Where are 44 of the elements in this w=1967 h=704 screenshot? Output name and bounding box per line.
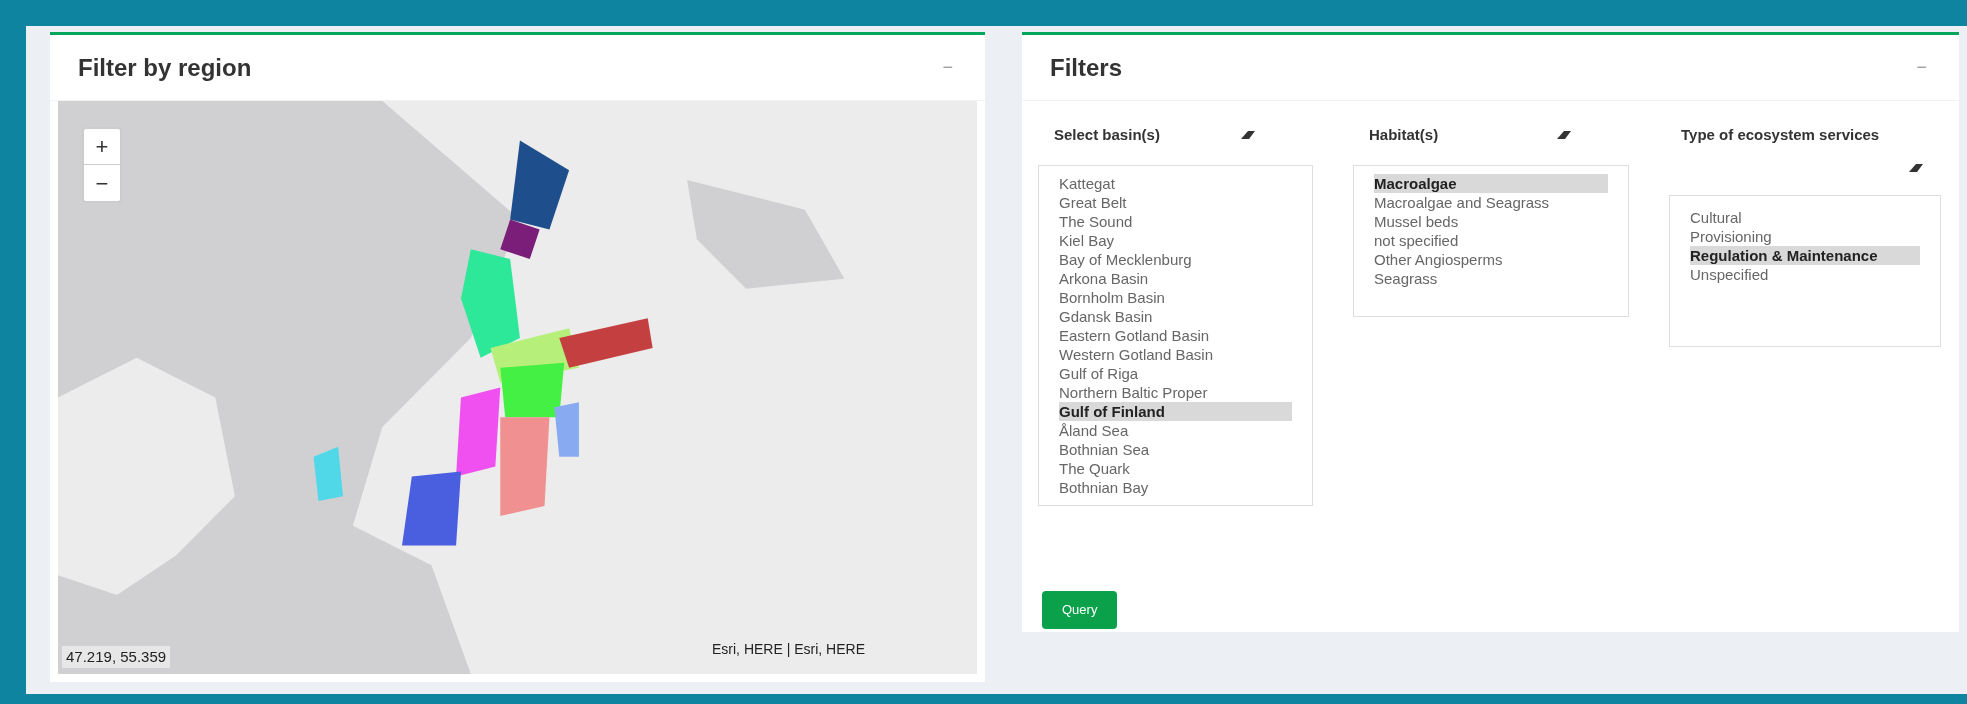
list-option[interactable]: Bothnian Bay bbox=[1059, 478, 1292, 497]
list-option[interactable]: Eastern Gotland Basin bbox=[1059, 326, 1292, 345]
collapse-button[interactable]: − bbox=[1912, 54, 1931, 81]
list-option[interactable]: Kiel Bay bbox=[1059, 231, 1292, 250]
list-option[interactable]: Gulf of Riga bbox=[1059, 364, 1292, 383]
list-option[interactable]: Regulation & Maintenance bbox=[1690, 246, 1920, 265]
list-option[interactable]: The Sound bbox=[1059, 212, 1292, 231]
eraser-icon[interactable] bbox=[1555, 129, 1573, 141]
list-option[interactable]: Arkona Basin bbox=[1059, 269, 1292, 288]
list-option[interactable]: Northern Baltic Proper bbox=[1059, 383, 1292, 402]
list-option[interactable]: The Quark bbox=[1059, 459, 1292, 478]
list-option[interactable]: Cultural bbox=[1690, 208, 1920, 227]
list-option[interactable]: Macroalgae and Seagrass bbox=[1374, 193, 1608, 212]
list-option[interactable]: Mussel beds bbox=[1374, 212, 1608, 231]
eraser-icon[interactable] bbox=[1907, 162, 1925, 174]
list-option[interactable]: Bay of Mecklenburg bbox=[1059, 250, 1292, 269]
multi-select-list[interactable] bbox=[1038, 165, 1313, 506]
column-label: Select basin(s) bbox=[1054, 124, 1160, 145]
panel-title: Filter by region bbox=[78, 52, 252, 83]
list-option[interactable]: not specified bbox=[1374, 231, 1608, 250]
list-option[interactable]: Macroalgae bbox=[1374, 174, 1608, 193]
list-option[interactable]: Great Belt bbox=[1059, 193, 1292, 212]
list-option[interactable]: Unspecified bbox=[1690, 265, 1920, 284]
coordinates-label: 47.219, 55.359 bbox=[62, 645, 171, 668]
list-option[interactable]: Other Angiosperms bbox=[1374, 250, 1608, 269]
column-label: Habitat(s) bbox=[1369, 124, 1439, 145]
list-option[interactable]: Bothnian Sea bbox=[1059, 440, 1292, 459]
list-option[interactable]: Western Gotland Basin bbox=[1059, 345, 1292, 364]
zoom-out-button[interactable]: − bbox=[84, 165, 120, 201]
list-option[interactable]: Provisioning bbox=[1690, 227, 1920, 246]
list-option[interactable]: Seagrass bbox=[1374, 269, 1608, 288]
eraser-icon[interactable] bbox=[1239, 129, 1257, 141]
collapse-button[interactable]: − bbox=[938, 54, 957, 81]
list-option[interactable]: Åland Sea bbox=[1059, 421, 1292, 440]
multi-select-list[interactable]: Macroalgae Macroalgae and Seagrass Mussel beds not specified Other Angiosperms Seagrass bbox=[1353, 165, 1629, 317]
query-button[interactable]: Query bbox=[1042, 591, 1118, 629]
list-option[interactable]: Gdansk Basin bbox=[1059, 307, 1292, 326]
multi-select-list[interactable]: Cultural Provisioning Regulation & Maintenance Unspecified bbox=[1669, 195, 1941, 347]
list-option[interactable]: Kattegat bbox=[1059, 174, 1292, 193]
list-option[interactable]: Bornholm Basin bbox=[1059, 288, 1292, 307]
zoom-in-button[interactable]: + bbox=[84, 129, 120, 165]
panel-title: Filters bbox=[1050, 52, 1123, 83]
list-option[interactable]: Gulf of Finland bbox=[1059, 402, 1292, 421]
column-label: Type of ecosystem services bbox=[1681, 124, 1880, 145]
